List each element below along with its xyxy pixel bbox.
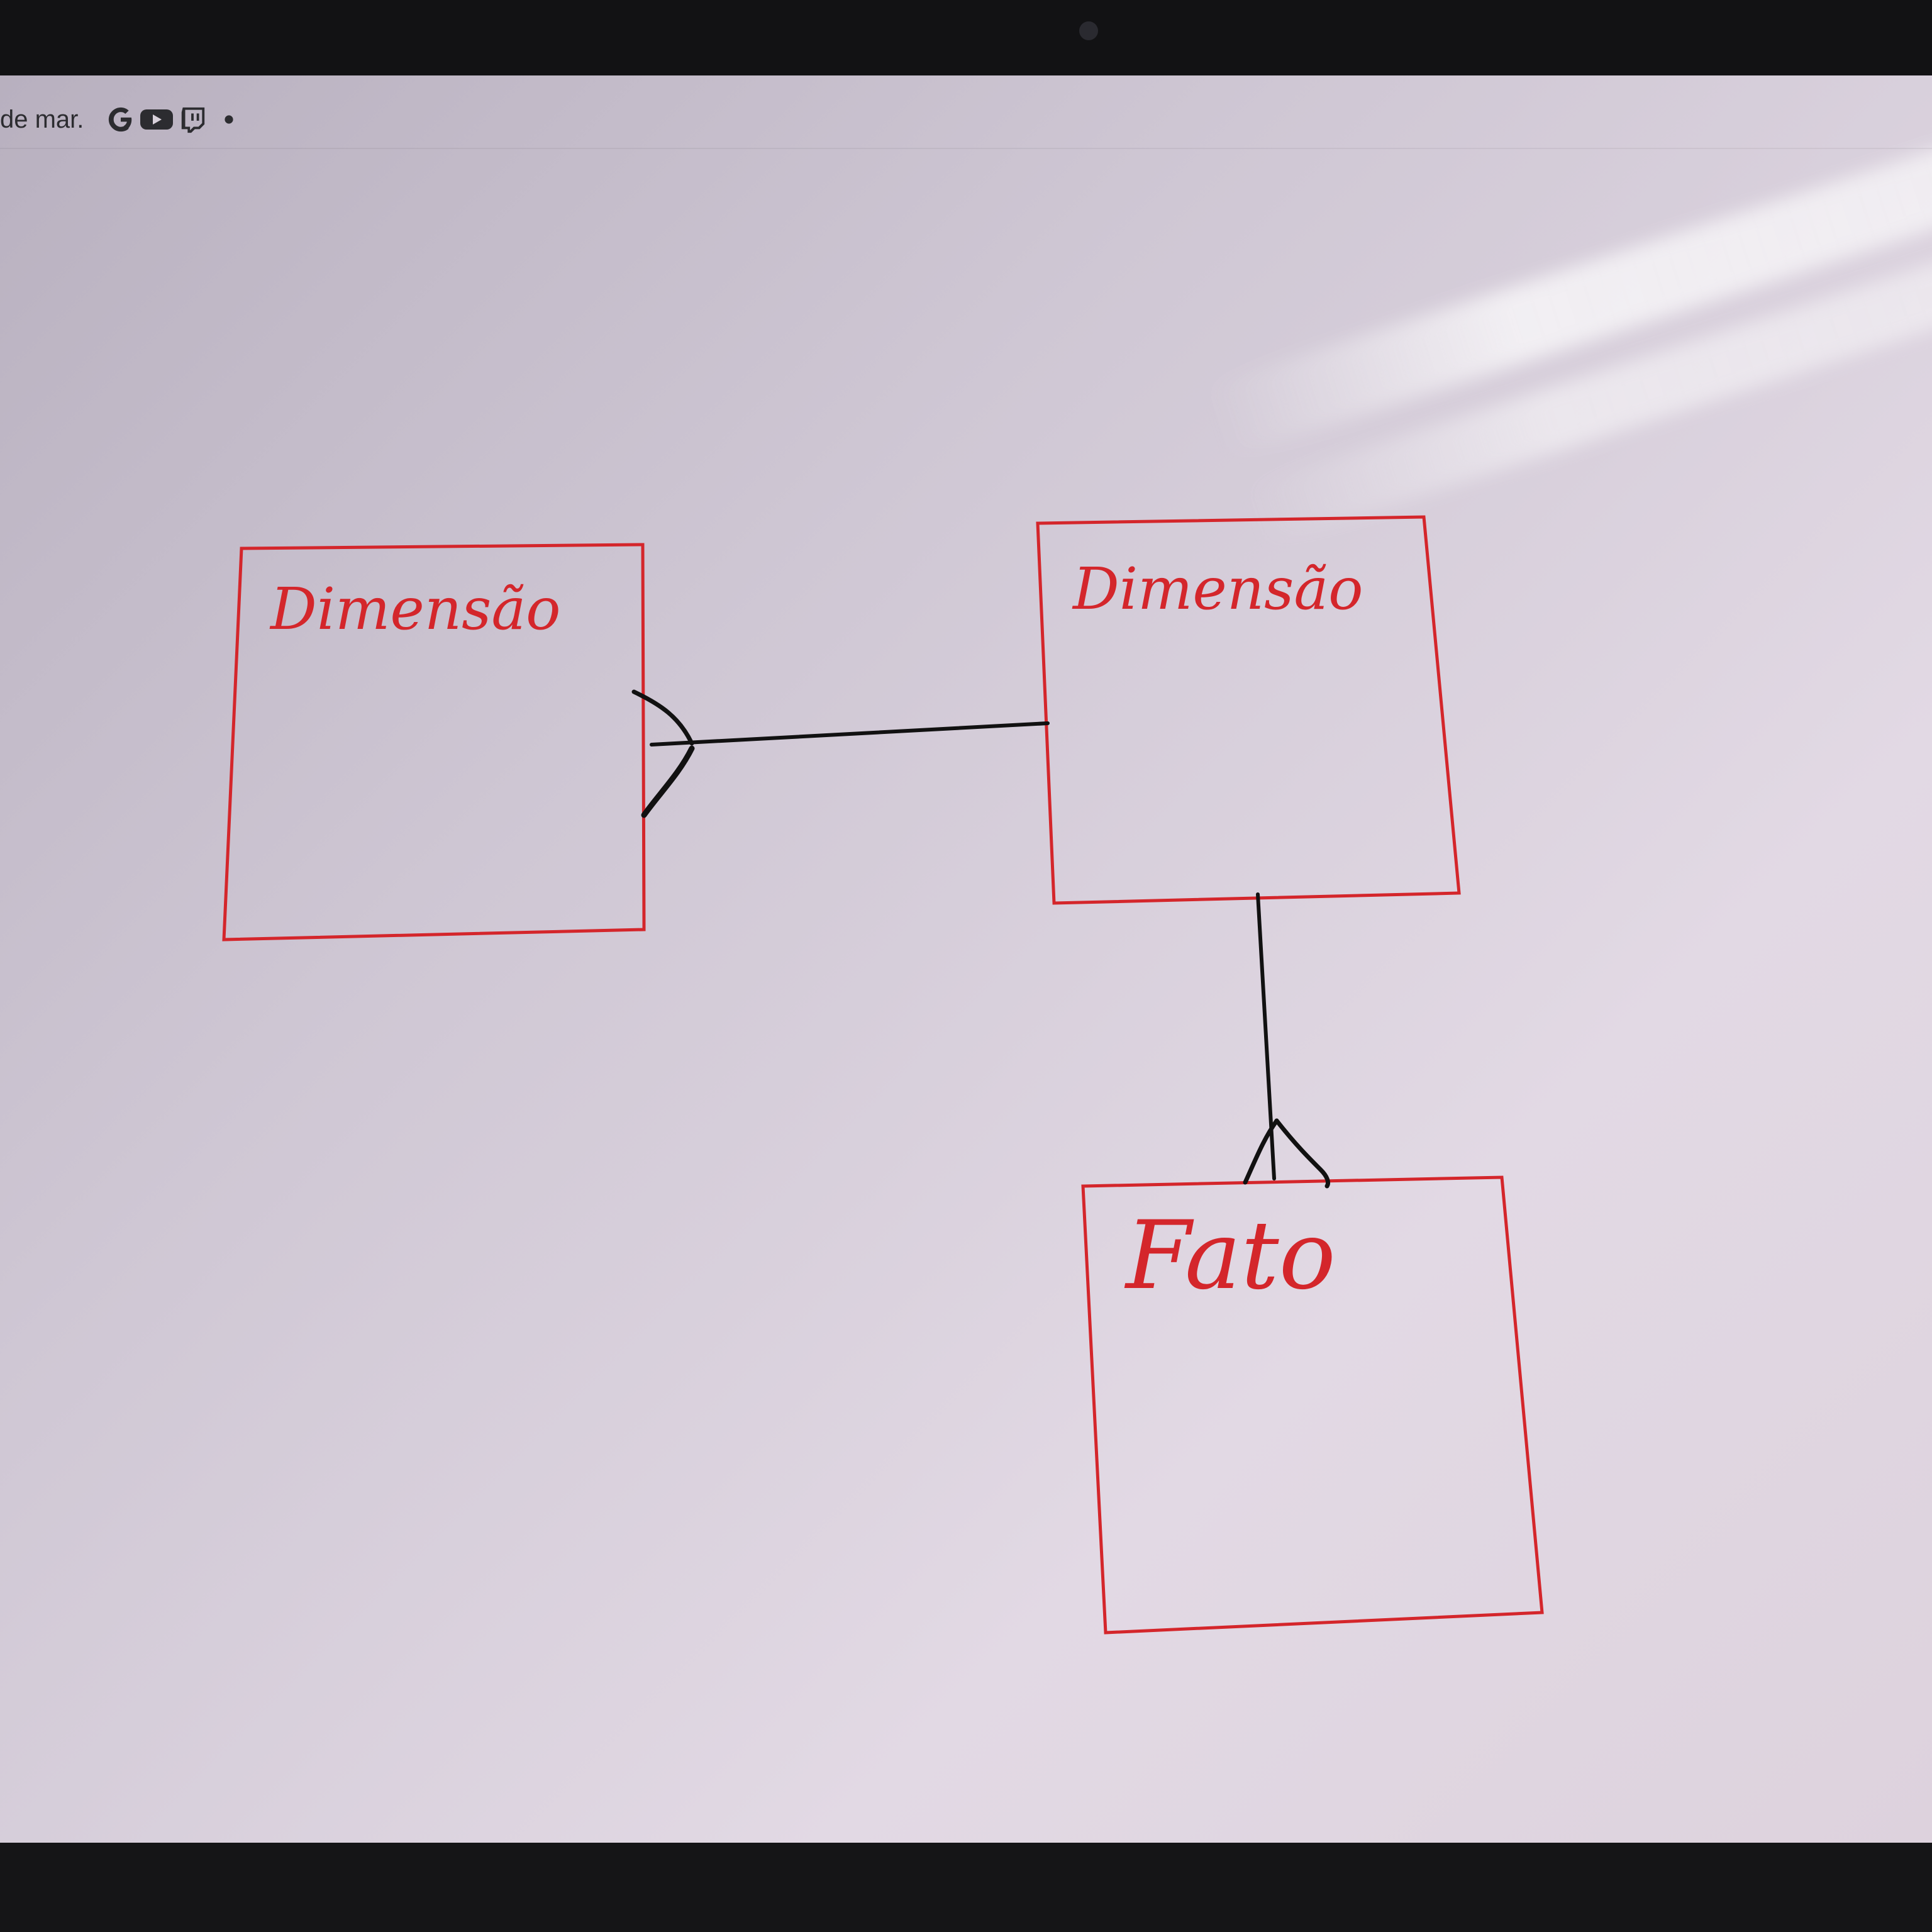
device-bottom-bezel [0,1843,1932,1932]
date-label: de mar. [0,105,84,133]
relationship-dim2-dim1[interactable] [631,689,1050,818]
device-top-bezel [0,0,1932,75]
app-icons [106,105,238,134]
crow-foot-right [1274,1118,1331,1189]
twitch-icon[interactable] [178,105,207,134]
dot-icon [225,115,234,124]
front-camera [1079,21,1098,40]
entity-dimension-right[interactable]: Dimensão [1036,515,1461,905]
entity-label: Dimensão [269,575,561,643]
drawing-canvas[interactable]: Dimensão Dimensão Fato [0,75,1932,1843]
crow-foot-lower [641,745,695,818]
google-icon[interactable] [106,105,135,134]
tablet-screen: Dimensão Dimensão Fato de mar. [0,75,1932,1843]
youtube-icon[interactable] [139,105,174,134]
entity-label: Dimensão [1072,555,1363,623]
relationship-dim2-fact[interactable] [1243,892,1331,1189]
entity-fact[interactable]: Fato [1081,1175,1544,1635]
entity-label: Fato [1124,1201,1336,1311]
entity-dimension-left[interactable]: Dimensão [222,543,646,941]
toolbar: de mar. [0,91,1932,149]
connector-line [650,721,1050,747]
